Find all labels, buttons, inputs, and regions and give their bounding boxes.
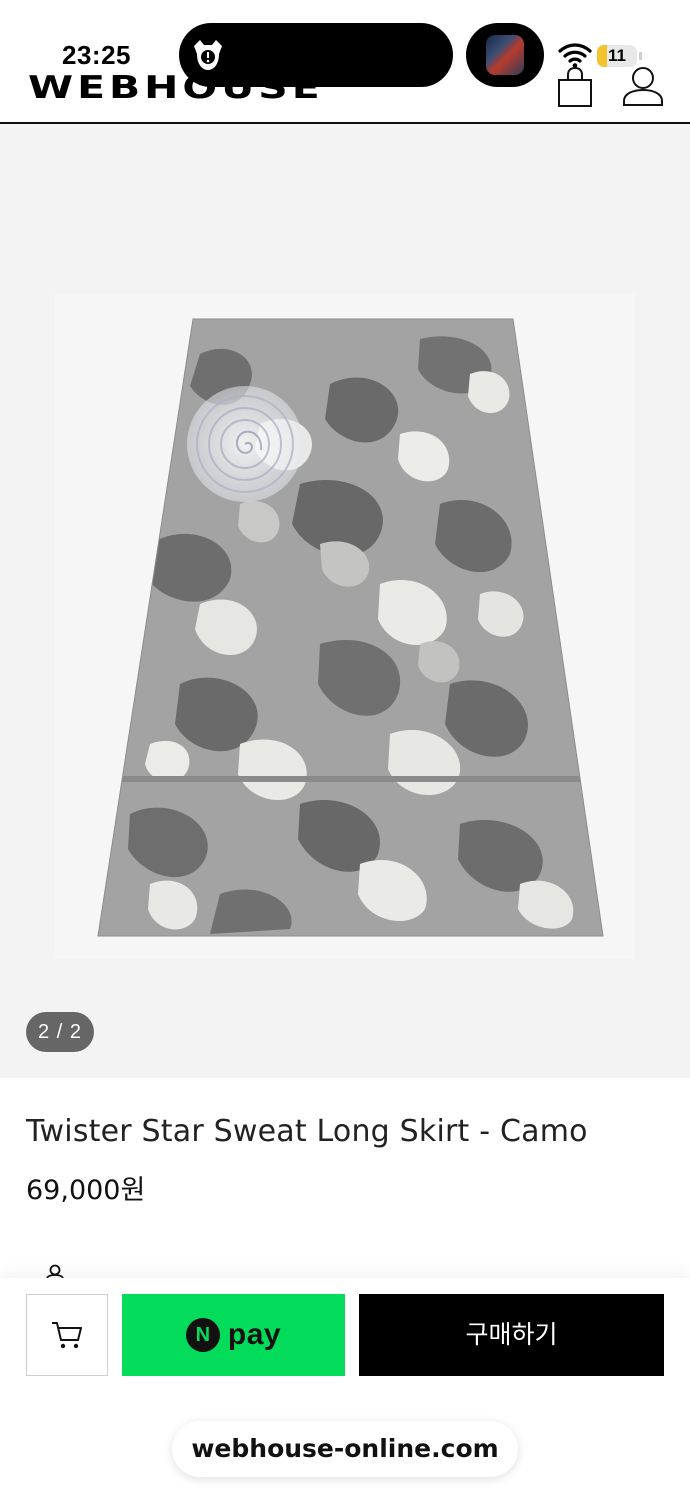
user-icon[interactable] — [620, 64, 666, 108]
naver-pay-button[interactable]: N pay — [122, 1294, 345, 1376]
naver-n-logo: N — [185, 1318, 220, 1352]
product-title: Twister Star Sweat Long Skirt - Camo — [26, 1114, 588, 1149]
browser-url-bar[interactable]: webhouse-online.com — [172, 1421, 518, 1477]
product-image-gallery[interactable] — [0, 124, 690, 1078]
image-counter: 2 / 2 — [26, 1012, 94, 1052]
partially-hidden-icon — [46, 1264, 64, 1278]
camo-skirt-image — [55, 294, 635, 959]
site-logo[interactable]: WEBHOUSE — [28, 70, 324, 106]
product-price: 69,000원 — [26, 1175, 146, 1206]
shopping-bag-icon[interactable] — [556, 66, 594, 108]
naver-pay-label: pay — [227, 1318, 282, 1351]
cart-icon — [52, 1322, 82, 1349]
now-playing-thumbnail — [486, 35, 524, 75]
status-time: 23:25 — [62, 40, 131, 70]
buy-now-button[interactable]: 구매하기 — [359, 1294, 664, 1376]
battery-cap — [639, 52, 642, 60]
wifi-icon — [558, 43, 592, 68]
add-to-cart-button[interactable] — [26, 1294, 108, 1376]
